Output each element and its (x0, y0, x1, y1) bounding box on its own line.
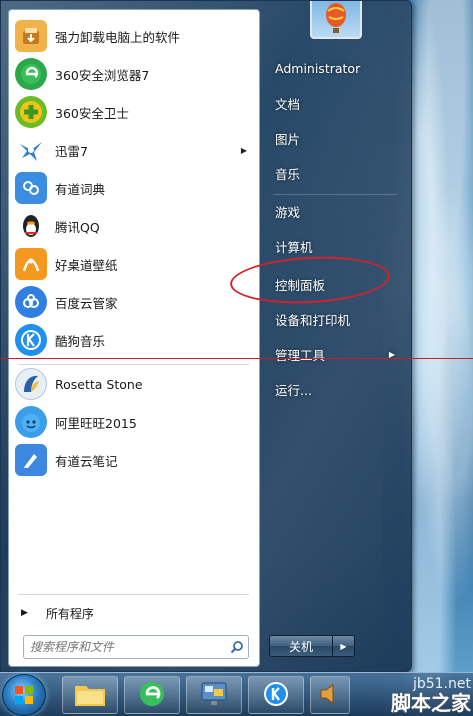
wallpaper-icon (15, 248, 47, 280)
expand-arrow-icon: ▶ (21, 608, 28, 618)
program-youdao-note[interactable]: 有道云笔记 (11, 442, 257, 478)
computer-label: 计算机 (275, 239, 313, 255)
site-watermark: jb51.net 脚本之家 (391, 675, 471, 715)
taskbar-remote-desktop-button[interactable] (186, 676, 242, 714)
taskbar-kugou-button[interactable] (248, 676, 304, 714)
submenu-arrow-icon: ▶ (240, 145, 247, 155)
program-360-safe[interactable]: 360安全卫士 (11, 94, 257, 130)
kugou-music-icon (15, 324, 47, 356)
user-account-link[interactable]: Administrator (269, 54, 401, 82)
pictures-label: 图片 (275, 131, 301, 147)
youdao-dict-icon (15, 172, 47, 204)
rosetta-stone-icon (15, 368, 47, 400)
right-divider (273, 194, 397, 195)
program-aliwangwang[interactable]: 阿里旺旺2015 (11, 404, 257, 440)
360-browser-icon (138, 680, 166, 711)
pinned-divider (19, 364, 249, 365)
baidu-cloud-icon (15, 286, 47, 318)
program-rosetta-stone[interactable]: Rosetta Stone (11, 366, 257, 402)
360-browser-icon (15, 58, 47, 90)
folder-icon (73, 680, 107, 711)
program-label: 阿里旺旺2015 (55, 415, 137, 431)
search-input[interactable] (24, 637, 226, 657)
devices-printers-label: 设备和打印机 (275, 312, 351, 328)
thunder-icon (15, 134, 47, 166)
user-name: Administrator (275, 60, 361, 76)
user-picture[interactable] (310, 1, 362, 39)
watermark-name: 脚本之家 (391, 691, 471, 715)
program-label: 360安全浏览器7 (55, 67, 150, 83)
qq-penguin-icon (15, 210, 47, 242)
start-menu: 强力卸载电脑上的软件 360安全浏览器7 360安全卫士 迅雷7 ▶ 有道词典 … (0, 0, 412, 672)
run-label: 运行... (275, 382, 312, 398)
taskbar-volume-button[interactable] (310, 676, 350, 714)
program-label: 好桌道壁纸 (55, 257, 118, 273)
360-safe-guard-icon (15, 96, 47, 128)
pictures-link[interactable]: 图片 (269, 124, 401, 152)
program-youdao-dict[interactable]: 有道词典 (11, 170, 257, 206)
shutdown-options-arrow-icon[interactable]: ▶ (333, 635, 355, 657)
aliwangwang-icon (15, 406, 47, 438)
games-label: 游戏 (275, 204, 301, 220)
program-label: Rosetta Stone (55, 376, 143, 392)
documents-link[interactable]: 文档 (269, 89, 401, 117)
shutdown-group: 关机 ▶ (269, 635, 355, 657)
annotation-guide-line (0, 358, 473, 359)
program-uninstaller[interactable]: 强力卸载电脑上的软件 (11, 18, 257, 54)
program-label: 有道词典 (55, 181, 106, 197)
taskbar-360-browser-button[interactable] (124, 676, 180, 714)
program-qq[interactable]: 腾讯QQ (11, 208, 257, 244)
kugou-music-icon (262, 680, 290, 711)
taskbar-explorer-button[interactable] (62, 676, 118, 714)
start-button[interactable] (2, 674, 46, 716)
admin-tools-label: 管理工具 (275, 347, 326, 363)
all-programs-button[interactable]: ▶ 所有程序 (19, 600, 251, 626)
all-programs-divider (19, 594, 249, 595)
documents-label: 文档 (275, 96, 301, 112)
watermark-domain: jb51.net (412, 675, 471, 692)
program-label: 百度云管家 (55, 295, 118, 311)
music-link[interactable]: 音乐 (269, 159, 401, 187)
uninstaller-icon (15, 20, 47, 52)
program-360-browser[interactable]: 360安全浏览器7 (11, 56, 257, 92)
speaker-icon (318, 681, 342, 710)
program-thunder[interactable]: 迅雷7 ▶ (11, 132, 257, 168)
program-label: 有道云笔记 (55, 453, 118, 469)
program-label: 迅雷7 (55, 143, 88, 159)
program-baidu-cloud[interactable]: 百度云管家 (11, 284, 257, 320)
program-label: 腾讯QQ (55, 219, 100, 235)
devices-printers-link[interactable]: 设备和打印机 (269, 305, 401, 333)
search-box[interactable] (23, 635, 249, 659)
monitor-icon (199, 680, 229, 711)
games-link[interactable]: 游戏 (269, 197, 401, 225)
program-label: 360安全卫士 (55, 105, 129, 121)
music-label: 音乐 (275, 166, 301, 182)
program-list-panel: 强力卸载电脑上的软件 360安全浏览器7 360安全卫士 迅雷7 ▶ 有道词典 … (8, 9, 260, 667)
program-kugou[interactable]: 酷狗音乐 (11, 322, 257, 358)
program-label: 强力卸载电脑上的软件 (55, 29, 181, 45)
run-link[interactable]: 运行... (269, 375, 401, 403)
all-programs-label: 所有程序 (45, 606, 94, 621)
admin-tools-link[interactable]: 管理工具 ▶ (269, 340, 401, 368)
youdao-note-icon (15, 444, 47, 476)
program-label: 酷狗音乐 (55, 333, 106, 349)
search-icon[interactable] (226, 640, 248, 654)
computer-link[interactable]: 计算机 (269, 232, 401, 260)
program-wallpaper[interactable]: 好桌道壁纸 (11, 246, 257, 282)
shutdown-button[interactable]: 关机 (269, 635, 333, 657)
